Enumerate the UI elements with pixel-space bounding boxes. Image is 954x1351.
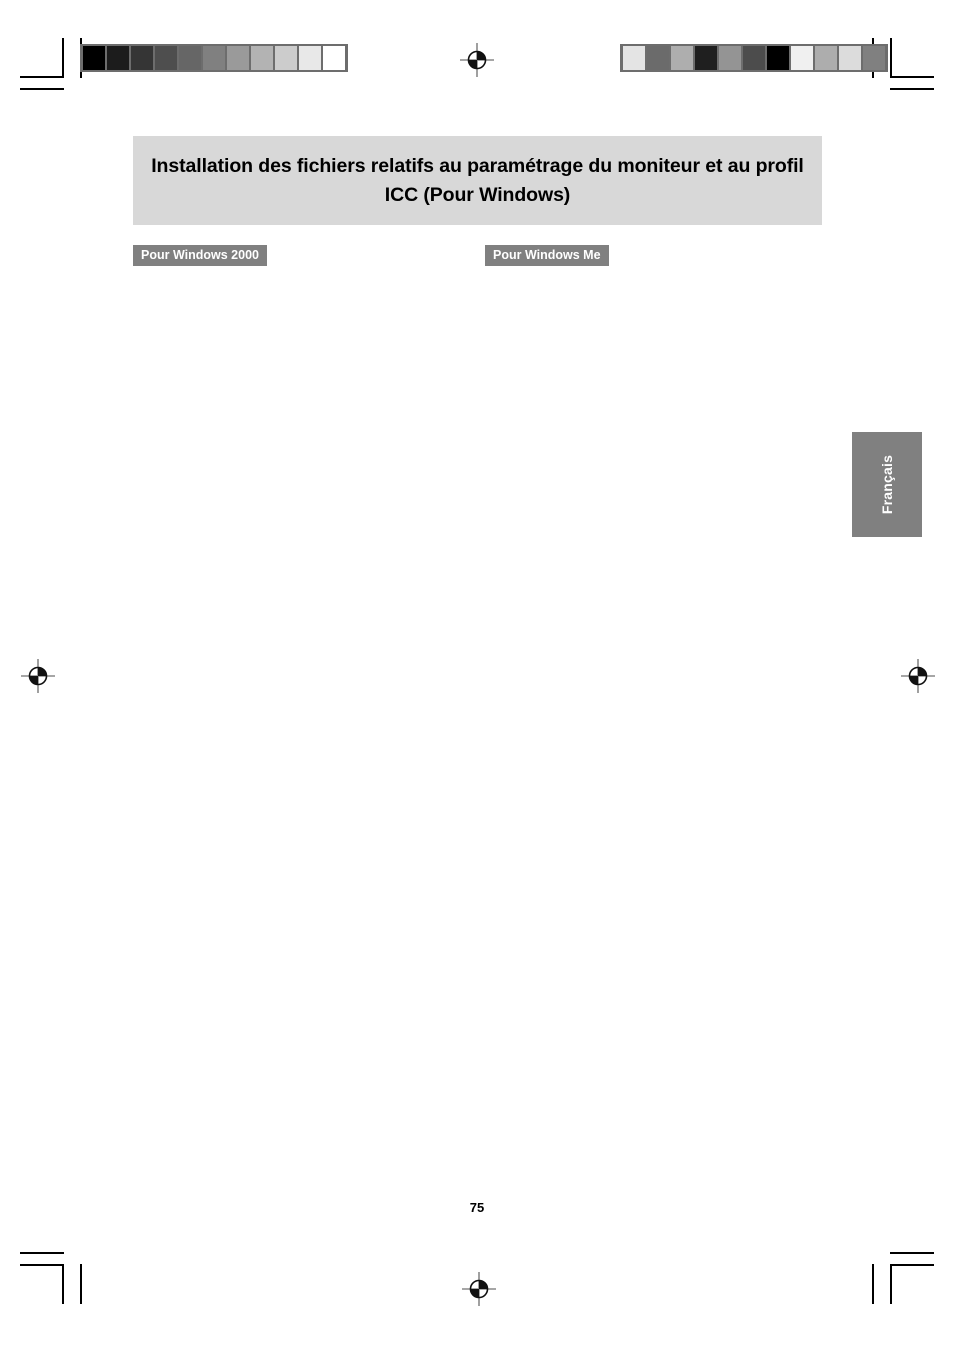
calibration-patch (131, 46, 153, 70)
main-content-area (133, 276, 822, 1166)
calibration-patch (83, 46, 105, 70)
page-title-block: Installation des fichiers relatifs au pa… (133, 136, 822, 225)
calibration-patch (671, 46, 693, 70)
calibration-patch (107, 46, 129, 70)
crop-mark-bottom-right (872, 1252, 934, 1304)
section-badge-windows-me: Pour Windows Me (485, 245, 609, 266)
calibration-patch (203, 46, 225, 70)
grayscale-calibration-strip-right (620, 44, 888, 72)
language-side-tab: Français (852, 432, 922, 537)
calibration-patch (767, 46, 789, 70)
calibration-patch (227, 46, 249, 70)
grayscale-calibration-strip-left (80, 44, 348, 72)
registration-target-icon-top (460, 43, 494, 77)
calibration-patch (647, 46, 669, 70)
calibration-patch (719, 46, 741, 70)
calibration-patch (179, 46, 201, 70)
registration-target-icon-left (21, 659, 55, 693)
calibration-patch (275, 46, 297, 70)
page-number: 75 (469, 1200, 485, 1215)
crop-mark-top-left (20, 38, 82, 90)
calibration-patch (299, 46, 321, 70)
calibration-patch (695, 46, 717, 70)
language-side-tab-label: Français (879, 454, 895, 515)
registration-target-icon-right (901, 659, 935, 693)
section-badge-windows-2000: Pour Windows 2000 (133, 245, 267, 266)
document-page: Installation des fichiers relatifs au pa… (0, 0, 954, 1351)
calibration-patch (155, 46, 177, 70)
calibration-patch (743, 46, 765, 70)
calibration-patch (791, 46, 813, 70)
calibration-patch (623, 46, 645, 70)
crop-mark-bottom-left (20, 1252, 82, 1304)
registration-target-icon-bottom (462, 1272, 496, 1306)
page-title: Installation des fichiers relatifs au pa… (151, 155, 804, 206)
calibration-patch (251, 46, 273, 70)
calibration-patch (815, 46, 837, 70)
calibration-patch (323, 46, 345, 70)
calibration-patch (863, 46, 885, 70)
calibration-patch (839, 46, 861, 70)
